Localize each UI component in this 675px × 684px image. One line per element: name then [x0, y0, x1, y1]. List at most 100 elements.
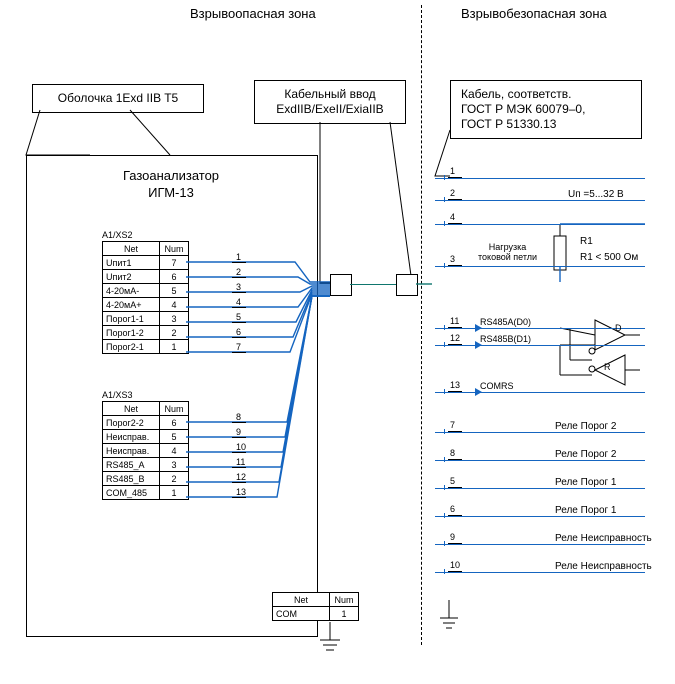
- right-wire-label: Реле Порог 1: [555, 505, 617, 516]
- leader-gland-2: [390, 122, 412, 283]
- right-wire: [435, 572, 645, 573]
- right-wire-num: 3: [450, 254, 455, 264]
- right-wire-num: 12: [450, 333, 460, 343]
- xs2-head-net: Net: [103, 242, 160, 256]
- xs3-head-net: Net: [103, 402, 160, 416]
- right-wire-num: 1: [450, 166, 455, 176]
- cable-trunk: [350, 284, 396, 285]
- connector-xs3-table: A1/XS3 Net Num Порог2-26 Неисправ.5 Неис…: [102, 390, 189, 500]
- table-row: 4-20мА+4: [103, 298, 189, 312]
- xs2-head-num: Num: [160, 242, 189, 256]
- table-row: Порог1-22: [103, 326, 189, 340]
- xs3-head-num: Num: [160, 402, 189, 416]
- right-wire-num: 7: [450, 420, 455, 430]
- right-wire-num: 13: [450, 380, 460, 390]
- zone-divider: [421, 5, 422, 645]
- table-row: Порог2-26: [103, 416, 189, 430]
- right-wire: [435, 345, 645, 346]
- right-wire: [435, 544, 645, 545]
- right-wire-label: COMRS: [480, 381, 514, 391]
- right-wire-num: 9: [450, 532, 455, 542]
- right-wire: [435, 200, 645, 201]
- gnd-head-num: Num: [330, 593, 359, 607]
- connector-xs3-caption: A1/XS3: [102, 390, 189, 401]
- right-wire: [435, 392, 645, 393]
- table-row: 4-20мА-5: [103, 284, 189, 298]
- right-wire-label: Реле Порог 2: [555, 449, 617, 460]
- table-row: Порог2-11: [103, 340, 189, 354]
- left-wire-num: 4: [236, 297, 241, 307]
- driver-r-label: R: [604, 362, 611, 372]
- right-wire-label: RS485B(D1): [480, 334, 531, 344]
- right-wire-label: Uп =5...32 В: [568, 189, 624, 200]
- table-row: RS485_B2: [103, 472, 189, 486]
- right-wire: [435, 328, 645, 329]
- resistor-r1: [554, 224, 566, 282]
- right-wire-label: Реле Порог 2: [555, 421, 617, 432]
- leader-gland: [320, 122, 345, 283]
- right-wire-num: 11: [450, 316, 459, 326]
- hazardous-zone-label: Взрывоопасная зона: [190, 6, 316, 21]
- leader-cable-std: [435, 130, 450, 176]
- cable-gland-right: [396, 274, 418, 296]
- resistor-name: R1: [580, 236, 593, 247]
- table-row: Неисправ.5: [103, 430, 189, 444]
- driver-d-label: D: [615, 323, 622, 333]
- left-wire-num: 5: [236, 312, 241, 322]
- right-wire-num: 5: [450, 476, 455, 486]
- leader-shell: [26, 110, 90, 155]
- left-wire-num: 12: [236, 472, 246, 482]
- table-row: Uпит17: [103, 256, 189, 270]
- left-wire-num: 1: [236, 252, 241, 262]
- right-ground-icon: [440, 600, 458, 628]
- ground-icon: [320, 622, 340, 650]
- right-wire-num: 10: [450, 560, 460, 570]
- right-wire-label: Реле Неисправность: [555, 533, 652, 544]
- cable-std-callout: Кабель, соответств. ГОСТ Р МЭК 60079–0, …: [450, 80, 642, 139]
- analyzer-title: Газоанализатор ИГМ-13: [26, 168, 316, 202]
- cable-gland-callout: Кабельный ввод ExdIIB/ExeII/ExiaIIB: [254, 80, 406, 124]
- arrow-right-icon: [475, 388, 482, 396]
- left-wire-num: 13: [236, 487, 246, 497]
- left-wire-num: 2: [236, 267, 241, 277]
- right-wire: [435, 460, 645, 461]
- right-wire-label: RS485A(D0): [480, 317, 531, 327]
- connector-gnd-table: Net Num COM1: [272, 592, 359, 621]
- right-wire-num: 6: [450, 504, 455, 514]
- arrow-right-icon: [475, 324, 482, 332]
- arrow-right-icon: [475, 341, 482, 349]
- right-wire-label: Реле Порог 1: [555, 477, 617, 488]
- right-wire-num: 8: [450, 448, 455, 458]
- left-wire-num: 7: [236, 342, 241, 352]
- leader-shell-2: [130, 110, 170, 155]
- right-wire-label: Реле Неисправность: [555, 561, 652, 572]
- right-wire-num: 4: [450, 212, 455, 222]
- cable-gland-left: [330, 274, 352, 296]
- right-wire: [435, 488, 645, 489]
- left-wire-num: 11: [236, 457, 245, 467]
- table-row: COM_4851: [103, 486, 189, 500]
- left-wire-num: 9: [236, 427, 241, 437]
- table-row: Неисправ.4: [103, 444, 189, 458]
- connector-xs2-table: A1/XS2 Net Num Uпит17 Uпит26 4-20мА-5 4-…: [102, 230, 189, 354]
- left-wire-num: 10: [236, 442, 246, 452]
- table-row: RS485_A3: [103, 458, 189, 472]
- gnd-head-net: Net: [273, 593, 330, 607]
- table-row: Uпит26: [103, 270, 189, 284]
- table-row: Порог1-13: [103, 312, 189, 326]
- right-wire: [435, 516, 645, 517]
- left-wire-num: 3: [236, 282, 241, 292]
- left-wire-num: 8: [236, 412, 241, 422]
- right-wire: [435, 178, 645, 179]
- right-wire: [435, 432, 645, 433]
- right-wire: [435, 266, 645, 267]
- rs485-driver-icon: [560, 320, 640, 385]
- load-label: Нагрузка токовой петли: [478, 242, 537, 262]
- right-wire: [435, 224, 645, 225]
- shell-callout: Оболочка 1Exd IIB T5: [32, 84, 204, 113]
- safe-zone-label: Взрывобезопасная зона: [461, 6, 607, 21]
- left-wire-num: 6: [236, 327, 241, 337]
- connector-xs2-caption: A1/XS2: [102, 230, 189, 241]
- right-wire-num: 2: [450, 188, 455, 198]
- resistor-value: R1 < 500 Ом: [580, 252, 638, 263]
